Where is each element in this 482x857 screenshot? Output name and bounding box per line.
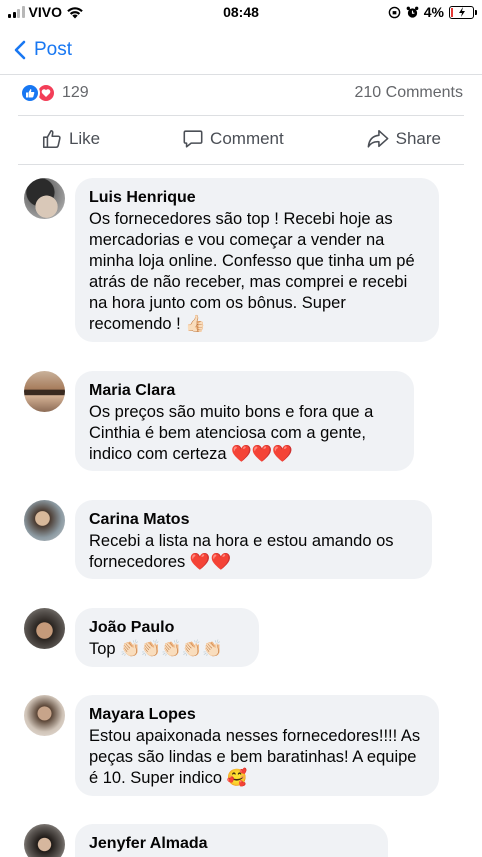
status-bar: VIVO 08:48 4% — [0, 0, 482, 26]
share-label: Share — [395, 129, 442, 148]
back-button[interactable]: Post — [14, 39, 72, 61]
battery-icon — [449, 5, 477, 19]
reactions-summary: 129 210 Comments — [20, 80, 463, 106]
comment-bubble[interactable]: Luis Henrique Os fornecedores são top ! … — [75, 178, 439, 342]
like-reaction-icon — [20, 83, 40, 103]
battery-percent: 4% — [423, 4, 444, 20]
avatar[interactable] — [24, 824, 65, 857]
avatar[interactable] — [24, 695, 65, 736]
post-actions: Like Comment Share — [0, 121, 482, 157]
comment-bubble[interactable]: João Paulo Top 👏🏻👏🏻👏🏻👏🏻👏🏻 — [75, 608, 259, 667]
reaction-count-group[interactable]: 129 — [20, 83, 89, 103]
status-right: 4% — [388, 4, 477, 20]
comment-bubble[interactable]: Carina Matos Recebi a lista na hora e es… — [75, 500, 432, 579]
comment-text: Os preços são muito bons e fora que a Ci… — [89, 403, 374, 463]
comment-text: Estou apaixonada nesses fornecedores!!!!… — [89, 727, 421, 787]
comment-bubble[interactable]: Jenyfer Almada — [75, 824, 388, 857]
comment-text: Recebi a lista na hora e estou amando os… — [89, 532, 394, 571]
share-icon — [367, 129, 389, 148]
nav-divider — [0, 74, 482, 75]
comment-text: Top 👏🏻👏🏻👏🏻👏🏻👏🏻 — [89, 640, 223, 658]
reaction-count: 129 — [62, 84, 89, 101]
alarm-icon — [406, 6, 419, 18]
divider — [18, 115, 464, 116]
avatar[interactable] — [24, 178, 65, 219]
thumbs-up-icon — [42, 129, 61, 149]
share-button[interactable]: Share — [366, 128, 441, 150]
divider — [18, 164, 464, 165]
chevron-left-icon — [14, 40, 26, 60]
comment-label: Comment — [210, 129, 284, 148]
comment-author[interactable]: João Paulo — [89, 617, 246, 638]
orientation-lock-icon — [388, 6, 401, 18]
comment-bubble[interactable]: Mayara Lopes Estou apaixonada nesses for… — [75, 695, 439, 796]
comment-text: Os fornecedores são top ! Recebi hoje as… — [89, 210, 415, 333]
avatar[interactable] — [24, 500, 65, 541]
back-label: Post — [34, 39, 73, 60]
avatar[interactable] — [24, 371, 65, 412]
comment-button[interactable]: Comment — [182, 128, 284, 150]
comments-count[interactable]: 210 Comments — [355, 84, 464, 102]
avatar[interactable] — [24, 608, 65, 649]
comment-author[interactable]: Jenyfer Almada — [89, 833, 375, 854]
comment-author[interactable]: Carina Matos — [89, 509, 419, 530]
comment-bubble[interactable]: Maria Clara Os preços são muito bons e f… — [75, 371, 414, 471]
like-label: Like — [68, 129, 101, 148]
comment-author[interactable]: Mayara Lopes — [89, 704, 426, 725]
comment-icon — [183, 130, 203, 148]
comment-author[interactable]: Maria Clara — [89, 380, 401, 401]
comment-author[interactable]: Luis Henrique — [89, 187, 426, 208]
nav-bar: Post — [0, 26, 482, 74]
like-button[interactable]: Like — [41, 128, 100, 150]
